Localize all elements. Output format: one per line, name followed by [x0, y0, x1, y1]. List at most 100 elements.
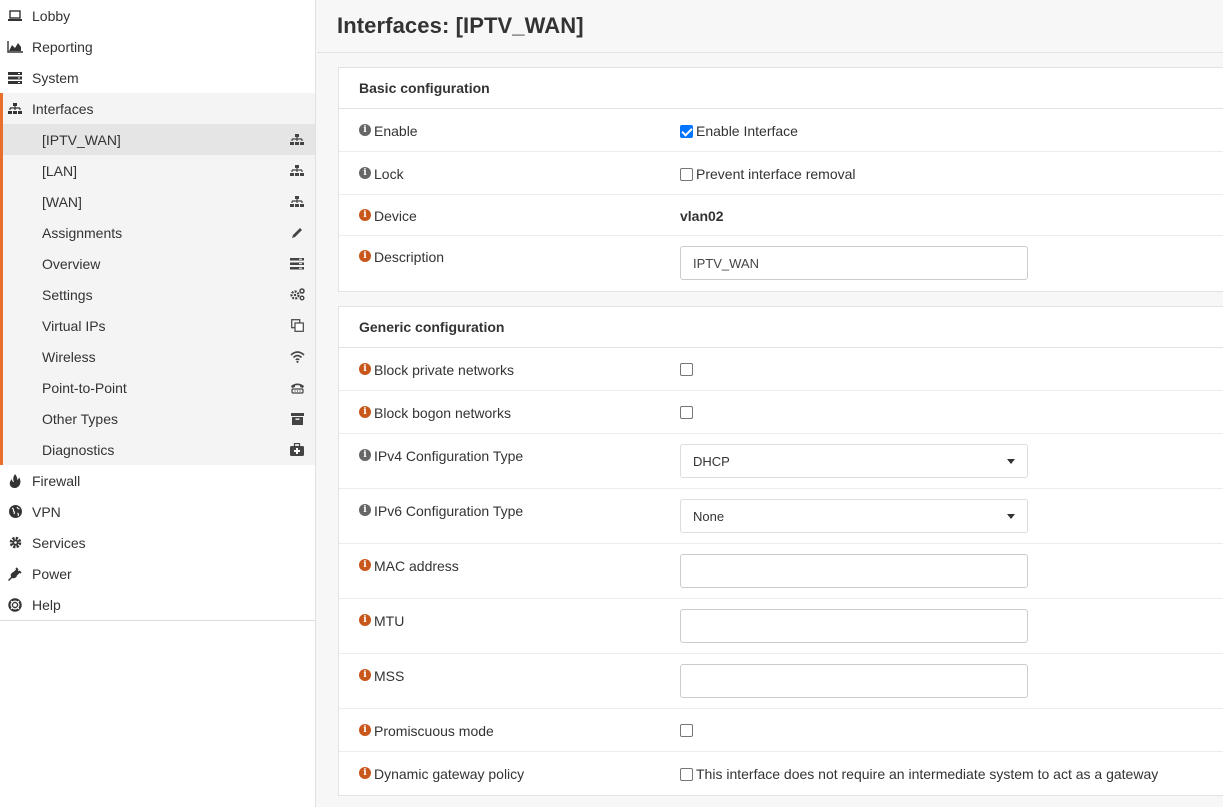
sub-virtual-ips-label: Virtual IPs	[42, 317, 106, 334]
sub-settings[interactable]: Settings	[3, 279, 315, 310]
dyngw-checkbox-label[interactable]: This interface does not require an inter…	[696, 766, 1158, 782]
wifi-icon	[289, 350, 305, 364]
sub-lan-label: [LAN]	[42, 162, 78, 179]
promisc-checkbox[interactable]	[680, 724, 693, 737]
sub-wan[interactable]: [WAN]	[3, 186, 315, 217]
enable-interface-checkbox[interactable]	[680, 124, 693, 138]
sub-other-types-label: Other Types	[42, 410, 119, 427]
info-icon[interactable]: i	[359, 124, 371, 136]
nav-services[interactable]: Services	[0, 527, 315, 558]
mac-row: i MAC address	[339, 544, 1223, 599]
archive-icon	[289, 412, 305, 426]
main-content: Interfaces: [IPTV_WAN] Basic configurati…	[317, 0, 1223, 807]
dyngw-label: Dynamic gateway policy	[374, 766, 525, 782]
nav-help-label: Help	[32, 596, 61, 613]
description-label: Description	[374, 249, 445, 265]
info-icon[interactable]: i	[359, 167, 371, 179]
info-icon[interactable]: i	[359, 504, 371, 516]
info-icon[interactable]: i	[359, 559, 371, 571]
nav-power[interactable]: Power	[0, 558, 315, 589]
caret-down-icon	[1007, 459, 1015, 464]
lock-label: Lock	[374, 166, 404, 182]
sitemap-icon	[289, 195, 305, 209]
ipv4-selected-value: DHCP	[693, 453, 730, 469]
dyngw-checkbox[interactable]	[680, 767, 693, 781]
block-bogon-label: Block bogon networks	[374, 405, 511, 421]
sidebar: Lobby Reporting System Interfaces [IPTV_…	[0, 0, 316, 807]
medkit-icon	[289, 443, 305, 457]
description-input[interactable]: IPTV_WAN	[680, 246, 1028, 280]
generic-config-panel: Generic configuration i Block private ne…	[338, 306, 1223, 796]
nav-help[interactable]: Help	[0, 589, 315, 620]
interfaces-submenu: [IPTV_WAN] [LAN] [WAN] Assignments Overv…	[0, 124, 315, 465]
sub-wan-label: [WAN]	[42, 193, 82, 210]
sub-point-to-point[interactable]: Point-to-Point	[3, 372, 315, 403]
nav-system-label: System	[32, 69, 79, 86]
block-private-label: Block private networks	[374, 362, 515, 378]
mac-input[interactable]	[680, 554, 1028, 588]
fire-icon	[6, 473, 24, 488]
info-icon[interactable]: i	[359, 363, 371, 375]
page-header: Interfaces: [IPTV_WAN]	[317, 0, 1223, 53]
mss-row: i MSS	[339, 654, 1223, 709]
description-row: i Description IPTV_WAN	[339, 236, 1223, 291]
info-icon[interactable]: i	[359, 614, 371, 626]
nav-power-label: Power	[32, 565, 72, 582]
info-icon[interactable]: i	[359, 767, 371, 779]
sub-other-types[interactable]: Other Types	[3, 403, 315, 434]
nav-vpn[interactable]: VPN	[0, 496, 315, 527]
sub-wireless[interactable]: Wireless	[3, 341, 315, 372]
info-icon[interactable]: i	[359, 449, 371, 461]
block-bogon-checkbox[interactable]	[680, 406, 693, 419]
nav-firewall-label: Firewall	[32, 472, 81, 489]
mtu-input[interactable]	[680, 609, 1028, 643]
mss-input[interactable]	[680, 664, 1028, 698]
nav-firewall[interactable]: Firewall	[0, 465, 315, 496]
cogs-icon	[289, 288, 305, 302]
info-icon[interactable]: i	[359, 406, 371, 418]
nav-interfaces[interactable]: Interfaces	[0, 93, 315, 124]
sub-iptv-wan-label: [IPTV_WAN]	[42, 131, 121, 148]
sub-virtual-ips[interactable]: Virtual IPs	[3, 310, 315, 341]
area-chart-icon	[6, 40, 24, 54]
ipv4-select[interactable]: DHCP	[680, 444, 1028, 478]
generic-config-heading: Generic configuration	[339, 307, 1223, 348]
prevent-removal-checkbox[interactable]	[680, 167, 693, 181]
sitemap-icon	[6, 102, 24, 116]
block-private-checkbox[interactable]	[680, 363, 693, 376]
caret-down-icon	[1007, 514, 1015, 519]
sub-assignments[interactable]: Assignments	[3, 217, 315, 248]
basic-config-panel: Basic configuration i Enable Enable Inte…	[338, 67, 1223, 292]
info-icon[interactable]: i	[359, 724, 371, 736]
ipv6-selected-value: None	[693, 508, 725, 524]
info-icon[interactable]: i	[359, 209, 371, 221]
device-row: i Device vlan02	[339, 195, 1223, 236]
sub-iptv-wan[interactable]: [IPTV_WAN]	[3, 124, 315, 155]
enable-interface-label[interactable]: Enable Interface	[696, 123, 798, 139]
globe-icon	[6, 505, 24, 519]
pencil-icon	[289, 226, 305, 240]
nav-reporting[interactable]: Reporting	[0, 31, 315, 62]
sub-lan[interactable]: [LAN]	[3, 155, 315, 186]
nav-reporting-label: Reporting	[32, 38, 93, 55]
mtu-label: MTU	[374, 613, 405, 629]
mac-label: MAC address	[374, 558, 459, 574]
info-icon[interactable]: i	[359, 669, 371, 681]
ipv6-select[interactable]: None	[680, 499, 1028, 533]
ipv6-label: IPv6 Configuration Type	[374, 503, 524, 519]
info-icon[interactable]: i	[359, 250, 371, 262]
sub-point-to-point-label: Point-to-Point	[42, 379, 127, 396]
sub-diagnostics[interactable]: Diagnostics	[3, 434, 315, 465]
sub-overview[interactable]: Overview	[3, 248, 315, 279]
block-private-row: i Block private networks	[339, 348, 1223, 391]
basic-config-heading: Basic configuration	[339, 68, 1223, 109]
lock-row: i Lock Prevent interface removal	[339, 152, 1223, 195]
nav-lobby[interactable]: Lobby	[0, 0, 315, 31]
prevent-removal-label[interactable]: Prevent interface removal	[696, 166, 856, 182]
promisc-label: Promiscuous mode	[374, 723, 494, 739]
nav-vpn-label: VPN	[32, 503, 61, 520]
enable-label: Enable	[374, 123, 418, 139]
laptop-icon	[6, 9, 24, 23]
nav-system[interactable]: System	[0, 62, 315, 93]
list-icon	[289, 257, 305, 271]
